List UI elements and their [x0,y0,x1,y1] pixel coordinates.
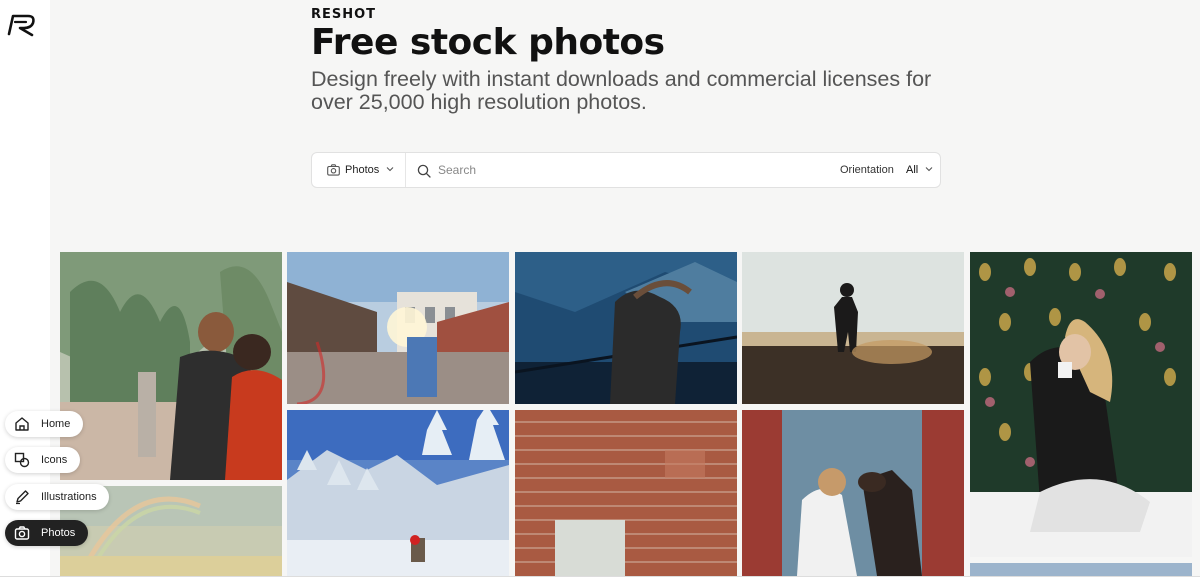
photo-card-partial[interactable] [970,563,1192,576]
search-icon [417,164,431,178]
page-subtitle: Design freely with instant downloads and… [311,67,932,114]
photo-card-girl-and-dog[interactable] [742,410,964,576]
photo-card-brick-wall[interactable] [515,410,737,576]
camera-icon [14,526,30,540]
home-icon [15,417,29,431]
pencil-icon [16,490,29,505]
brand-wordmark[interactable]: RESHOT [311,7,376,22]
nav-illustrations[interactable]: Illustrations [5,484,109,510]
nav-photos[interactable]: Photos [5,520,88,546]
orientation-dropdown[interactable]: All [906,164,918,176]
bottom-toolbar [0,576,1200,586]
photo-card-woman-and-boy[interactable] [60,252,282,480]
chevron-down-icon [925,167,933,172]
photo-card-snowy-forest[interactable] [287,410,509,576]
nav-photos-label: Photos [41,527,76,539]
asset-type-label: Photos [345,164,380,176]
search-bar: Photos Orientation All [311,152,941,188]
chevron-down-icon [386,167,394,172]
shapes-icon [14,452,30,468]
photo-card-woman-with-mug[interactable] [970,252,1192,557]
nav-home-label: Home [41,418,71,430]
nav-illustrations-label: Illustrations [41,491,97,503]
nav-icons[interactable]: Icons [5,447,80,473]
asset-type-dropdown[interactable]: Photos [312,153,406,187]
orientation-label: Orientation [840,164,894,176]
nav-home[interactable]: Home [5,411,83,437]
photo-card-windswept-hair[interactable] [515,252,737,404]
nav-icons-label: Icons [41,454,68,466]
page-title: Free stock photos [311,22,665,63]
search-input[interactable] [438,159,818,181]
reshot-logo-icon[interactable] [6,12,38,38]
photo-card-sunlit-building[interactable] [287,252,509,404]
camera-icon [327,164,340,176]
photo-card-man-at-sunset[interactable] [742,252,964,404]
